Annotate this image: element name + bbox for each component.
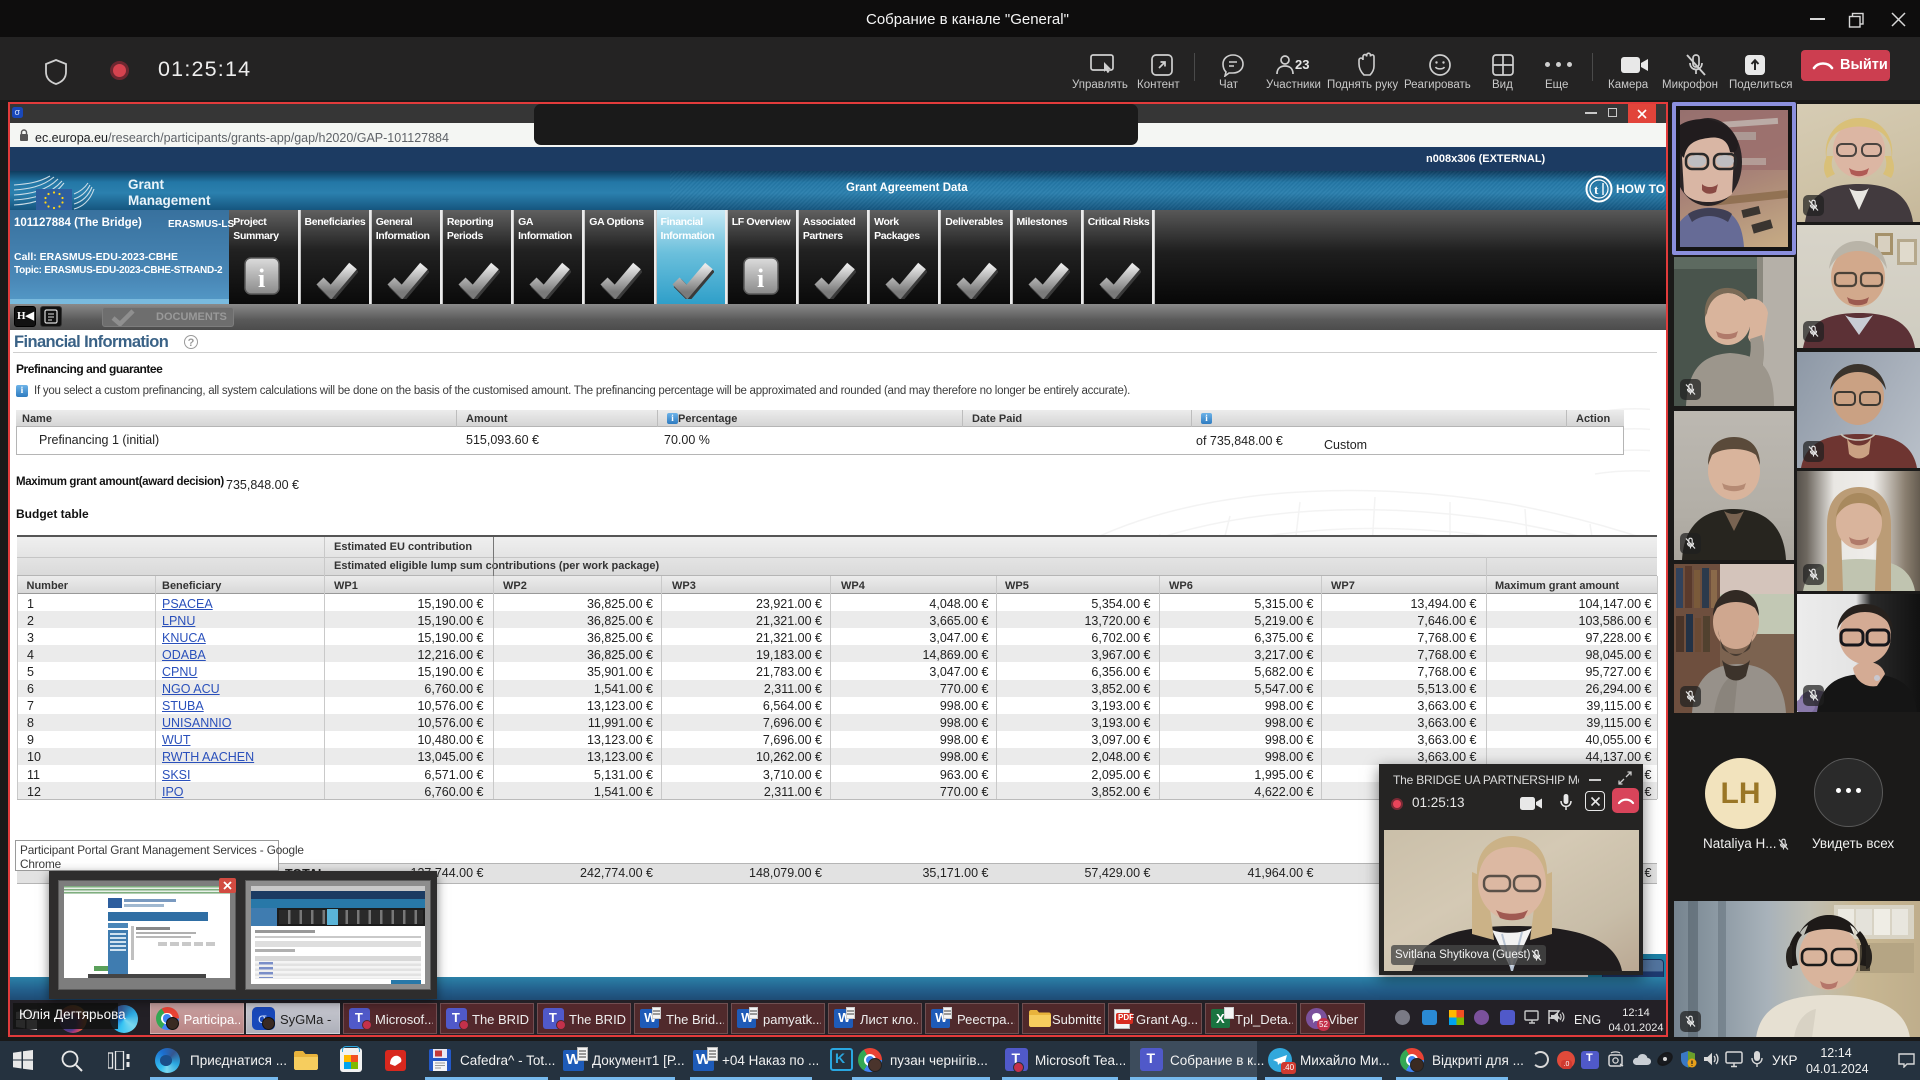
svg-text:i: i bbox=[258, 264, 265, 293]
svg-text:t: t bbox=[1594, 182, 1599, 197]
svg-text:i: i bbox=[757, 264, 764, 293]
